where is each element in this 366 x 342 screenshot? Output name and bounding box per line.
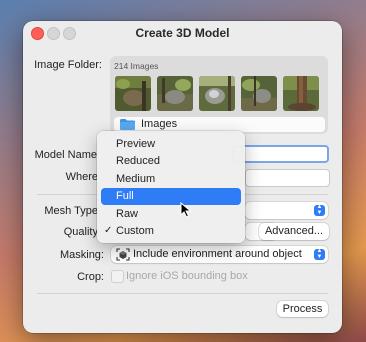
menu-item-label: Full [116,190,134,202]
image-folder-drop-area[interactable]: 214 Images Images [110,56,328,134]
masking-label: Masking: [59,249,104,261]
image-thumbnail [241,76,277,111]
menu-item-reduced[interactable]: Reduced [101,153,241,170]
title-bar: Create 3D Model [23,21,342,43]
window-title: Create 3D Model [135,26,230,40]
image-thumbnail [283,76,319,111]
menu-item-label: Preview [116,138,156,150]
image-folder-label: Image Folder: [34,59,102,71]
quality-dropdown-menu: Preview Reduced Medium Full Raw ✓ Custom [97,131,245,243]
image-thumbnail [157,76,193,111]
ignore-ios-bounding-box-checkbox[interactable] [111,270,124,283]
menu-item-label: Raw [116,208,139,220]
menu-item-preview[interactable]: Preview [101,136,241,153]
model-name-label: Model Name [34,149,97,161]
quality-label: Quality [63,226,98,238]
mouse-pointer-icon [180,202,192,218]
popup-chevron-icon: ▲▼ [314,248,325,260]
menu-item-label: Reduced [116,155,161,167]
folder-icon [120,119,135,130]
folder-name: Images [141,118,178,130]
menu-item-full[interactable]: Full [101,188,241,205]
process-button[interactable]: Process [277,301,328,317]
crop-checkbox-label: Ignore iOS bounding box [126,270,248,282]
image-thumbnail [115,76,151,111]
separator [37,293,328,294]
cube-in-frame-icon [116,248,130,261]
popup-chevron-icon: ▲▼ [314,204,325,216]
masking-popup[interactable]: Include environment around object ▲ ▼ [111,246,328,263]
crop-label: Crop: [77,271,104,283]
checkmark-icon: ✓ [104,225,113,236]
where-label: Where [65,171,98,183]
menu-item-medium[interactable]: Medium [101,171,241,188]
mesh-type-popup[interactable]: ▲ ▼ [245,202,328,219]
menu-item-label: Custom [116,225,154,237]
advanced-button[interactable]: Advanced... [259,223,329,240]
where-location-field[interactable] [245,169,330,187]
masking-value: Include environment around object [133,248,302,260]
menu-item-raw[interactable]: Raw [101,206,241,223]
mesh-type-label: Mesh Type [44,205,98,217]
model-name-input[interactable] [232,145,329,163]
selected-folder[interactable]: Images [114,117,325,132]
menu-item-label: Medium [116,173,156,185]
image-count-label: 214 Images [114,61,159,71]
menu-item-custom[interactable]: ✓ Custom [101,223,241,240]
image-thumbnail [199,76,235,111]
